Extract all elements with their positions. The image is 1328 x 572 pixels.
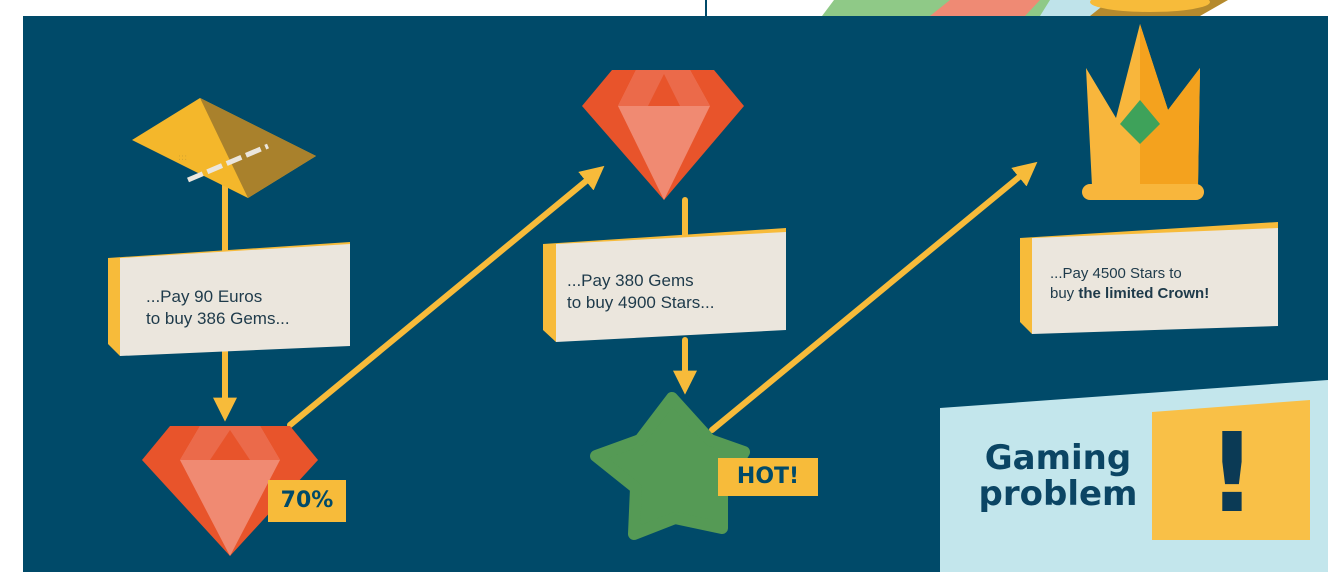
step-3-line-2: buy the limited Crown! (1050, 284, 1274, 304)
warning-line-2: problem (978, 474, 1138, 514)
gem-icon (582, 70, 744, 200)
svg-text::::: ::: (178, 153, 187, 163)
warning-line-1: Gaming (984, 438, 1132, 478)
warning-label: Gaming problem (968, 440, 1148, 512)
step-3-line-1: ...Pay 4500 Stars to (1050, 265, 1182, 282)
step-2-line-2: to buy 4900 Stars... (567, 293, 715, 312)
step-1-line-2: to buy 386 Gems... (146, 309, 290, 328)
diagram-root: ::: ...Pay 90 Euros to buy 386 Gems... .… (0, 0, 1328, 572)
step-box-3: ...Pay 4500 Stars to buy the limited Cro… (1050, 264, 1274, 304)
step-2-line-1: ...Pay 380 Gems (567, 271, 694, 290)
exclamation-icon: ! (1206, 409, 1258, 537)
step-box-2: ...Pay 380 Gems to buy 4900 Stars... (567, 270, 777, 314)
step-1-line-1: ...Pay 90 Euros (146, 287, 263, 306)
credit-card-icon: ::: (132, 98, 316, 198)
crown-icon (1082, 24, 1204, 200)
star-hot-badge: HOT! (718, 458, 818, 496)
step-3-line-2-bold: the limited Crown! (1078, 285, 1210, 302)
step-box-1: ...Pay 90 Euros to buy 386 Gems... (146, 286, 346, 330)
step-3-line-2-prefix: buy (1050, 285, 1079, 302)
gem-discount-badge: 70% (268, 480, 346, 522)
